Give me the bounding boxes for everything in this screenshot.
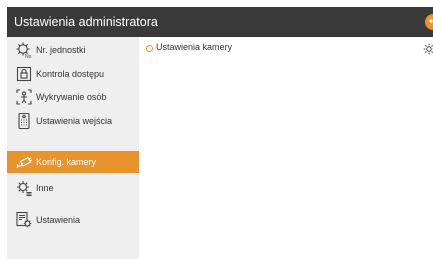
unit-number-gear-icon: No <box>15 41 33 59</box>
back-button[interactable] <box>425 14 433 30</box>
sidebar-item-other[interactable]: Inne <box>7 177 139 199</box>
access-control-icon <box>15 65 33 83</box>
settings-doc-icon <box>15 211 33 229</box>
sidebar-item-label: Ustawienia <box>36 215 81 225</box>
person-detection-icon <box>15 88 33 106</box>
sidebar: No Nr. jednostki Kontrola dostępu Wykryw… <box>7 37 139 259</box>
entrance-panel-icon <box>15 112 33 130</box>
sidebar-item-label: Wykrywanie osób <box>36 92 107 102</box>
sidebar-item-access-control[interactable]: Kontrola dostępu <box>7 63 139 85</box>
section-bullet-icon <box>146 45 153 52</box>
sidebar-item-settings[interactable]: Ustawienia <box>7 209 139 231</box>
back-arrow-icon <box>429 18 433 24</box>
settings-gear-icon[interactable] <box>423 42 433 55</box>
sidebar-item-person-detection[interactable]: Wykrywanie osób <box>7 86 139 108</box>
panel-title: Ustawienia kamery <box>156 42 233 52</box>
sidebar-item-label: Nr. jednostki <box>36 45 86 55</box>
page-title: Ustawienia administratora <box>14 15 158 29</box>
camera-icon <box>15 153 33 171</box>
other-settings-icon <box>15 179 33 197</box>
sidebar-item-entrance-settings[interactable]: Ustawienia wejścia <box>7 110 139 132</box>
sidebar-item-label: Kontrola dostępu <box>36 69 105 79</box>
sidebar-item-camera-config[interactable]: Konfig. kamery <box>7 151 139 173</box>
svg-text:No: No <box>25 54 32 59</box>
title-bar: Ustawienia administratora <box>7 7 433 37</box>
sidebar-item-label: Inne <box>36 183 54 193</box>
sidebar-item-unit-number[interactable]: No Nr. jednostki <box>7 39 139 61</box>
sidebar-item-label: Konfig. kamery <box>36 157 97 167</box>
sidebar-item-label: Ustawienia wejścia <box>36 116 113 126</box>
main-panel: Ustawienia kamery <box>139 37 433 259</box>
